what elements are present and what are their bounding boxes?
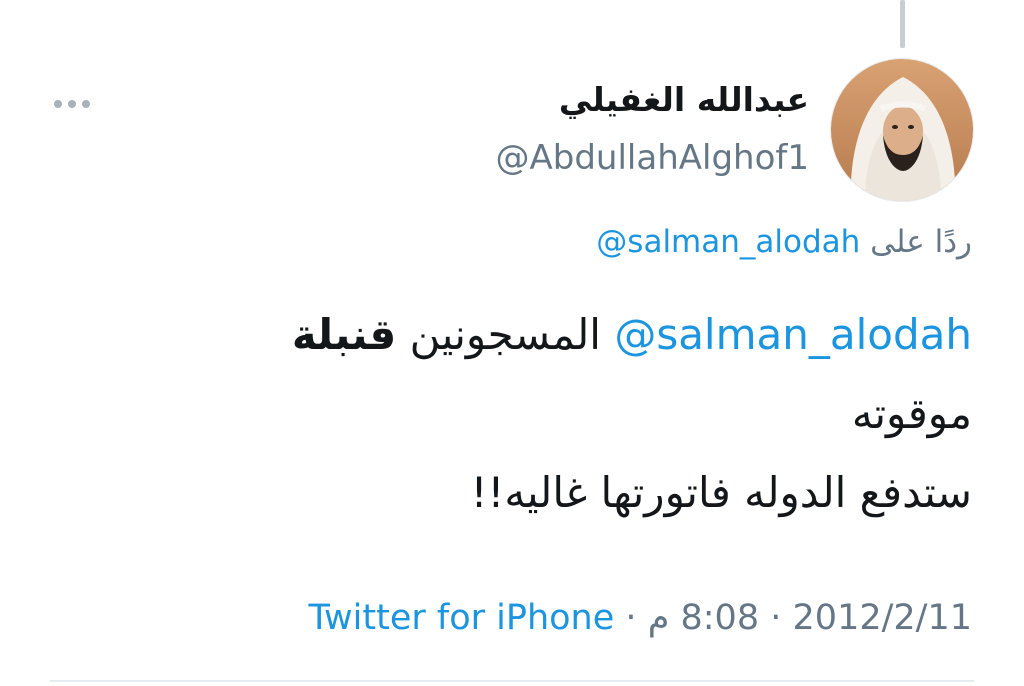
tweet-word-prisoners: المسجونين <box>409 310 601 359</box>
replying-to: ردًا على @salman_alodah <box>596 224 972 260</box>
profile-avatar[interactable] <box>830 58 974 202</box>
more-options-icon[interactable] <box>50 92 94 116</box>
replying-to-prefix: ردًا على <box>870 224 972 260</box>
tweet-time: 8:08 م <box>647 598 760 638</box>
meta-separator: · <box>625 598 637 638</box>
tweet-metadata: Twitter for iPhone · 8:08 م · 2012/2/11 <box>308 598 972 638</box>
meta-separator: · <box>770 598 782 638</box>
tweet-line-3: ستدفع الدوله فاتورتها غاليه!! <box>470 468 972 517</box>
tweet-source-link[interactable]: Twitter for iPhone <box>308 598 614 638</box>
tweet-body: @salman_alodah المسجونين قنبلة موقوته ست… <box>52 295 972 532</box>
tweet-detail-view: عبدالله الغفيلي @AbdullahAlghof1 ردًا عل… <box>0 0 1024 686</box>
tweet-line-1: @salman_alodah المسجونين قنبلة <box>52 295 972 374</box>
tweet-mention-link[interactable]: @salman_alodah <box>614 310 972 359</box>
tweet-line-2: موقوته <box>851 389 972 438</box>
author-handle[interactable]: @AbdullahAlghof1 <box>496 138 810 178</box>
author-display-name[interactable]: عبدالله الغفيلي <box>559 80 809 119</box>
thread-connector-line <box>900 0 905 48</box>
bottom-divider <box>50 680 974 682</box>
replying-to-handle-link[interactable]: @salman_alodah <box>596 224 860 260</box>
tweet-word-bomb: قنبلة <box>291 310 397 359</box>
tweet-date: 2012/2/11 <box>792 598 972 638</box>
avatar-image <box>831 59 973 201</box>
